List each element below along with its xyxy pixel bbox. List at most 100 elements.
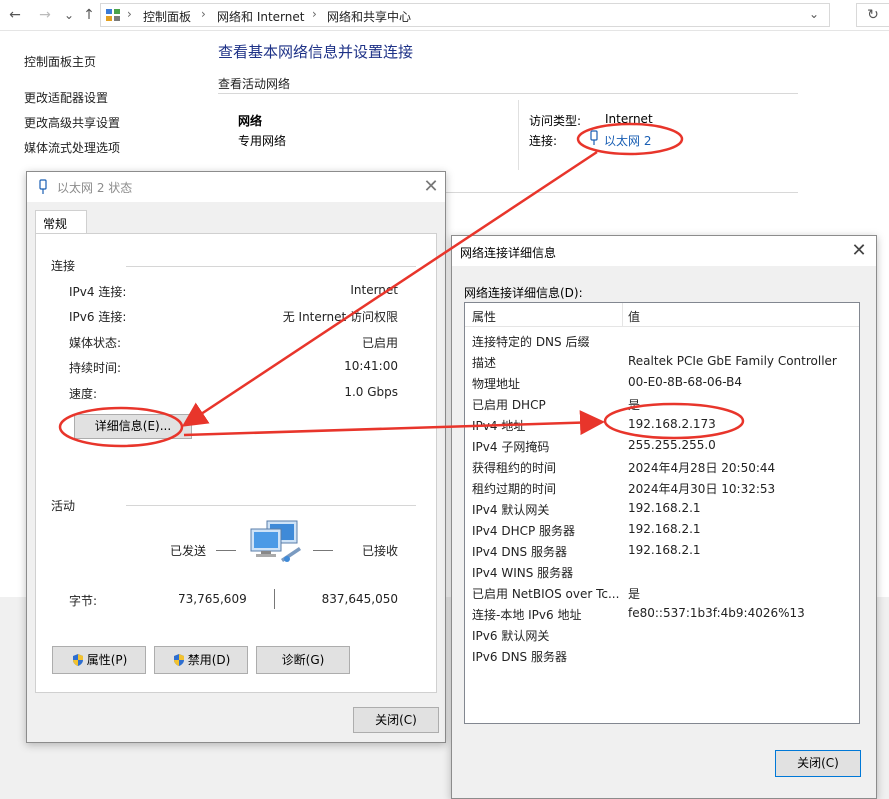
details-dialog-titlebar: 网络连接详细信息 ✕ [452, 236, 876, 266]
ipv6-connectivity-value: 无 Internet 访问权限 [282, 310, 398, 324]
breadcrumb-network-sharing-center[interactable]: 网络和共享中心 [327, 8, 411, 25]
media-state-value: 已启用 [361, 336, 398, 350]
breadcrumb-separator: › [201, 7, 206, 21]
column-header-property[interactable]: 属性 [472, 308, 496, 325]
detail-property: 租约过期的时间 [472, 482, 557, 496]
table-row[interactable]: 物理地址 00-E0-8B-68-06-B4 [465, 372, 859, 393]
divider [216, 550, 236, 551]
diagnose-button[interactable]: 诊断(G) [256, 646, 350, 674]
detail-value: 是 [628, 587, 641, 601]
column-header-value[interactable]: 值 [628, 308, 640, 325]
access-type-value: Internet [605, 112, 653, 126]
table-row[interactable]: 获得租约的时间 2024年4月28日 20:50:44 [465, 456, 859, 477]
details-dialog: 网络连接详细信息 ✕ 网络连接详细信息(D): 属性 值 连接特定的 DNS 后… [451, 235, 877, 799]
sidebar-item-adapter-settings[interactable]: 更改适配器设置 [24, 89, 108, 106]
breadcrumb-control-panel[interactable]: 控制面板 [143, 8, 191, 25]
detail-property: 连接特定的 DNS 后缀 [472, 335, 590, 349]
detail-property: 连接-本地 IPv6 地址 [472, 608, 582, 622]
refresh-button[interactable]: ↻ [856, 3, 889, 27]
detail-value: 2024年4月28日 20:50:44 [628, 461, 776, 475]
ipv4-connectivity-value: Internet [350, 283, 398, 297]
bytes-label: 字节: [69, 594, 98, 608]
divider [126, 266, 416, 267]
detail-property: IPv4 子网掩码 [472, 440, 550, 454]
tab-general[interactable]: 常规 [35, 210, 87, 234]
detail-property: IPv4 DNS 服务器 [472, 545, 567, 559]
details-list[interactable]: 属性 值 连接特定的 DNS 后缀描述 Realtek PCIe GbE Fami… [464, 302, 860, 724]
properties-button-label: 属性(P) [86, 653, 128, 667]
detail-property: IPv4 默认网关 [472, 503, 550, 517]
table-row[interactable]: 已启用 NetBIOS over Tc... 是 [465, 582, 859, 603]
detail-property: 描述 [472, 356, 497, 370]
breadcrumb-separator: › [312, 7, 317, 21]
table-row[interactable]: IPv4 子网掩码 255.255.255.0 [465, 435, 859, 456]
table-row[interactable]: 租约过期的时间 2024年4月30日 10:32:53 [465, 477, 859, 498]
uac-shield-icon [72, 654, 83, 666]
detail-value: 2024年4月30日 10:32:53 [628, 482, 776, 496]
close-icon[interactable]: ✕ [849, 240, 869, 261]
media-state-label: 媒体状态: [69, 336, 122, 350]
detail-value: 192.168.2.1 [628, 522, 701, 536]
table-row[interactable]: 连接-本地 IPv6 地址 fe80::537:1b3f:4b9:4026%13 [465, 603, 859, 624]
details-dialog-title: 网络连接详细信息 [460, 246, 557, 260]
table-row[interactable]: IPv4 DHCP 服务器 192.168.2.1 [465, 519, 859, 540]
properties-button[interactable]: 属性(P) [52, 646, 146, 674]
duration-label: 持续时间: [69, 361, 122, 375]
ethernet-2-link[interactable]: 以太网 2 [604, 132, 651, 149]
recent-locations-icon[interactable]: ⌄ [60, 6, 78, 24]
control-panel-icon [106, 9, 120, 21]
divider [445, 192, 798, 193]
detail-value: 00-E0-8B-68-06-B4 [628, 375, 742, 389]
address-dropdown-icon[interactable]: ⌄ [809, 7, 819, 21]
network-computers-icon [250, 520, 301, 562]
divider [518, 100, 519, 170]
table-row[interactable]: IPv4 WINS 服务器 [465, 561, 859, 582]
sidebar-item-advanced-sharing[interactable]: 更改高级共享设置 [24, 114, 120, 131]
up-icon[interactable]: ↑ [80, 6, 98, 24]
sidebar-item-control-panel-home[interactable]: 控制面板主页 [24, 53, 96, 70]
table-row[interactable]: IPv4 地址 192.168.2.173 [465, 414, 859, 435]
ipv4-connectivity-label: IPv4 连接: [69, 285, 127, 299]
detail-property: IPv4 WINS 服务器 [472, 566, 574, 580]
address-box[interactable]: › 控制面板 › 网络和 Internet › 网络和共享中心 ⌄ [100, 3, 830, 27]
ethernet-icon [39, 179, 47, 194]
detail-value: 192.168.2.1 [628, 501, 701, 515]
activity-group-header: 活动 [51, 499, 76, 513]
detail-value: fe80::537:1b3f:4b9:4026%13 [628, 606, 805, 620]
column-divider[interactable] [622, 303, 623, 327]
network-type: 专用网络 [238, 134, 287, 148]
forward-icon[interactable]: → [36, 6, 54, 24]
close-icon[interactable]: ✕ [421, 176, 441, 197]
table-row[interactable]: IPv6 默认网关 [465, 624, 859, 645]
table-row[interactable]: IPv4 DNS 服务器 192.168.2.1 [465, 540, 859, 561]
network-name: 网络 [238, 114, 263, 128]
status-panel: 连接 IPv4 连接: Internet IPv6 连接: 无 Internet… [35, 233, 437, 693]
disable-button[interactable]: 禁用(D) [154, 646, 248, 674]
detail-property: IPv4 DHCP 服务器 [472, 524, 576, 538]
table-row[interactable]: 已启用 DHCP 是 [465, 393, 859, 414]
divider [274, 589, 275, 609]
back-icon[interactable]: ← [6, 6, 24, 24]
ipv6-connectivity-label: IPv6 连接: [69, 310, 127, 324]
table-row[interactable]: IPv4 默认网关 192.168.2.1 [465, 498, 859, 519]
close-button[interactable]: 关闭(C) [353, 707, 439, 733]
details-close-button[interactable]: 关闭(C) [775, 750, 861, 777]
detail-value: 192.168.2.173 [628, 417, 716, 431]
status-dialog-title: 以太网 2 状态 [57, 181, 133, 195]
refresh-icon: ↻ [867, 7, 879, 23]
table-row[interactable]: IPv6 DNS 服务器 [465, 645, 859, 666]
detail-value: 255.255.255.0 [628, 438, 716, 452]
detail-property: IPv4 地址 [472, 419, 526, 433]
sidebar-item-media-streaming[interactable]: 媒体流式处理选项 [24, 139, 120, 156]
duration-value: 10:41:00 [344, 359, 398, 373]
divider [126, 505, 416, 506]
breadcrumb-network-internet[interactable]: 网络和 Internet [217, 8, 304, 25]
breadcrumb-separator: › [127, 7, 132, 21]
connection-group-header: 连接 [51, 259, 76, 273]
details-button[interactable]: 详细信息(E)... [74, 414, 192, 439]
table-row[interactable]: 连接特定的 DNS 后缀 [465, 330, 859, 351]
table-row[interactable]: 描述 Realtek PCIe GbE Family Controller [465, 351, 859, 372]
status-dialog: 以太网 2 状态 ✕ 常规 连接 IPv4 连接: Internet IPv6 … [26, 171, 446, 743]
bytes-received-value: 837,645,050 [321, 592, 398, 606]
detail-property: 已启用 DHCP [472, 398, 546, 412]
